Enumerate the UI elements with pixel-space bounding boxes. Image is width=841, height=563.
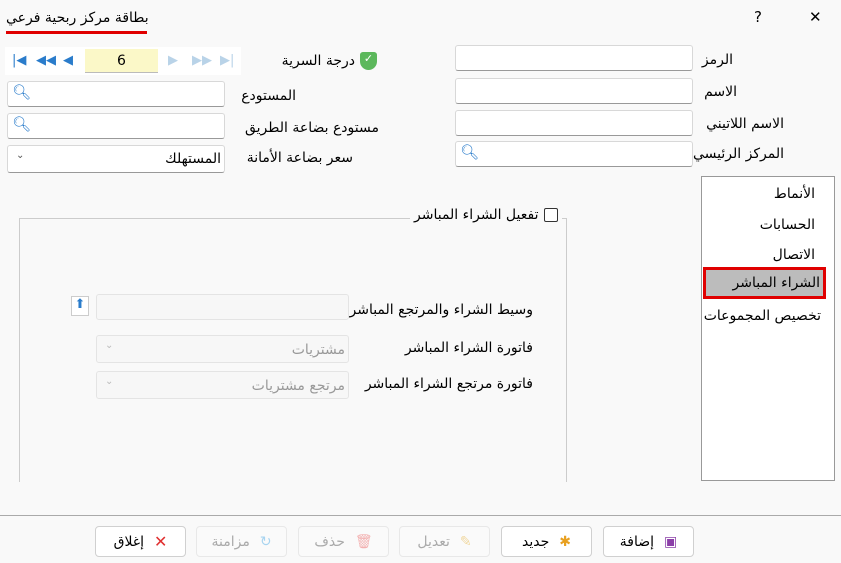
tab-contact[interactable]: الاتصال: [773, 247, 815, 263]
warehouse-label: المستودع: [241, 88, 296, 104]
next-page-icon[interactable]: ▶▶: [192, 53, 212, 68]
edit-label: تعديل: [417, 533, 450, 550]
invoice-label: فاتورة الشراء المباشر: [404, 340, 533, 356]
return-label: فاتورة مرتجع الشراء المباشر: [364, 376, 533, 392]
last-record-icon[interactable]: ▶|: [220, 53, 234, 68]
first-record-icon[interactable]: |◀: [12, 53, 26, 68]
tab-patterns[interactable]: الأنماط: [774, 186, 815, 202]
transit-warehouse-label: مستودع بضاعة الطريق: [244, 120, 379, 136]
code-input[interactable]: [455, 45, 693, 71]
prev-record-icon[interactable]: ◀: [63, 53, 73, 68]
window-title: بطاقة مركز ربحية فرعي: [6, 10, 149, 26]
tab-direct-purchase[interactable]: الشراء المباشر: [703, 267, 826, 299]
refresh-icon: ↻: [259, 533, 272, 550]
warehouse-input[interactable]: 🔍︎: [7, 81, 225, 107]
tab-accounts[interactable]: الحسابات: [760, 217, 815, 233]
return-value: مرتجع مشتريات: [251, 378, 345, 394]
save-add-icon: ▣: [664, 533, 678, 550]
enable-direct-purchase[interactable]: تفعيل الشراء المباشر: [410, 207, 562, 223]
new-document-icon: ✱: [559, 533, 571, 550]
chevron-down-icon: ⌄: [105, 340, 114, 351]
close-label: إغلاق: [113, 533, 145, 550]
enable-checkbox[interactable]: [543, 208, 558, 222]
consignment-price-value: المستهلك: [165, 151, 221, 167]
intermediary-label: وسيط الشراء والمرتجع المباشر: [349, 302, 533, 318]
main-center-input[interactable]: 🔍︎: [455, 141, 693, 167]
delete-button[interactable]: 🗑︎ حذف: [298, 526, 389, 557]
close-icon: ✕: [154, 532, 168, 551]
search-icon[interactable]: 🔍︎: [460, 143, 479, 161]
edit-button[interactable]: ✎ تعديل: [399, 526, 490, 557]
invoice-select[interactable]: ⌄ مشتريات: [96, 335, 349, 363]
prev-page-icon[interactable]: ◀◀: [36, 53, 56, 68]
tabs-list: الأنماط الحسابات الاتصال الشراء المباشر …: [701, 176, 835, 481]
sync-label: مزامنة: [211, 533, 250, 550]
trash-icon: 🗑︎: [354, 533, 373, 550]
latin-name-label: الاسم اللاتيني: [706, 116, 784, 132]
search-icon[interactable]: 🔍︎: [12, 83, 31, 101]
code-label: الرمز: [701, 52, 733, 68]
sync-button[interactable]: ↻ مزامنة: [196, 526, 287, 557]
main-center-label: المركز الرئيسي: [693, 146, 784, 162]
close-button[interactable]: ✕ إغلاق: [95, 526, 186, 557]
name-input[interactable]: [455, 78, 693, 104]
new-button[interactable]: ✱ جديد: [501, 526, 592, 557]
transit-warehouse-input[interactable]: 🔍︎: [7, 113, 225, 139]
shield-check-icon: ✓: [360, 52, 377, 70]
return-select[interactable]: ⌄ مرتجع مشتريات: [96, 371, 349, 399]
tab-group-assignment[interactable]: تخصيص المجموعات: [704, 308, 821, 324]
close-window-button[interactable]: ✕: [809, 8, 822, 26]
help-button[interactable]: ?: [754, 8, 762, 26]
title-underline: [6, 31, 147, 34]
new-label: جديد: [522, 533, 550, 550]
chevron-down-icon: ⌄: [105, 376, 114, 387]
security-label: درجة السرية: [281, 53, 355, 69]
search-icon[interactable]: 🔍︎: [12, 115, 31, 133]
next-record-icon[interactable]: ▶: [168, 53, 178, 68]
add-button[interactable]: ▣ إضافة: [603, 526, 694, 557]
consignment-price-select[interactable]: ⌄ المستهلك: [7, 145, 225, 173]
consignment-price-label: سعر بضاعة الأمانة: [246, 150, 353, 166]
delete-label: حذف: [314, 533, 345, 550]
chevron-down-icon: ⌄: [16, 150, 25, 161]
name-label: الاسم: [704, 84, 737, 100]
invoice-value: مشتريات: [291, 342, 345, 358]
enable-label: تفعيل الشراء المباشر: [414, 207, 539, 223]
add-label: إضافة: [619, 533, 655, 550]
edit-icon: ✎: [459, 533, 472, 550]
arrow-up-icon[interactable]: ⬆: [71, 296, 89, 316]
latin-name-input[interactable]: [455, 110, 693, 136]
intermediary-input[interactable]: [96, 294, 349, 320]
footer-divider: [0, 515, 841, 516]
record-number[interactable]: 6: [85, 49, 158, 73]
tab-direct-purchase-label: الشراء المباشر: [732, 275, 821, 291]
